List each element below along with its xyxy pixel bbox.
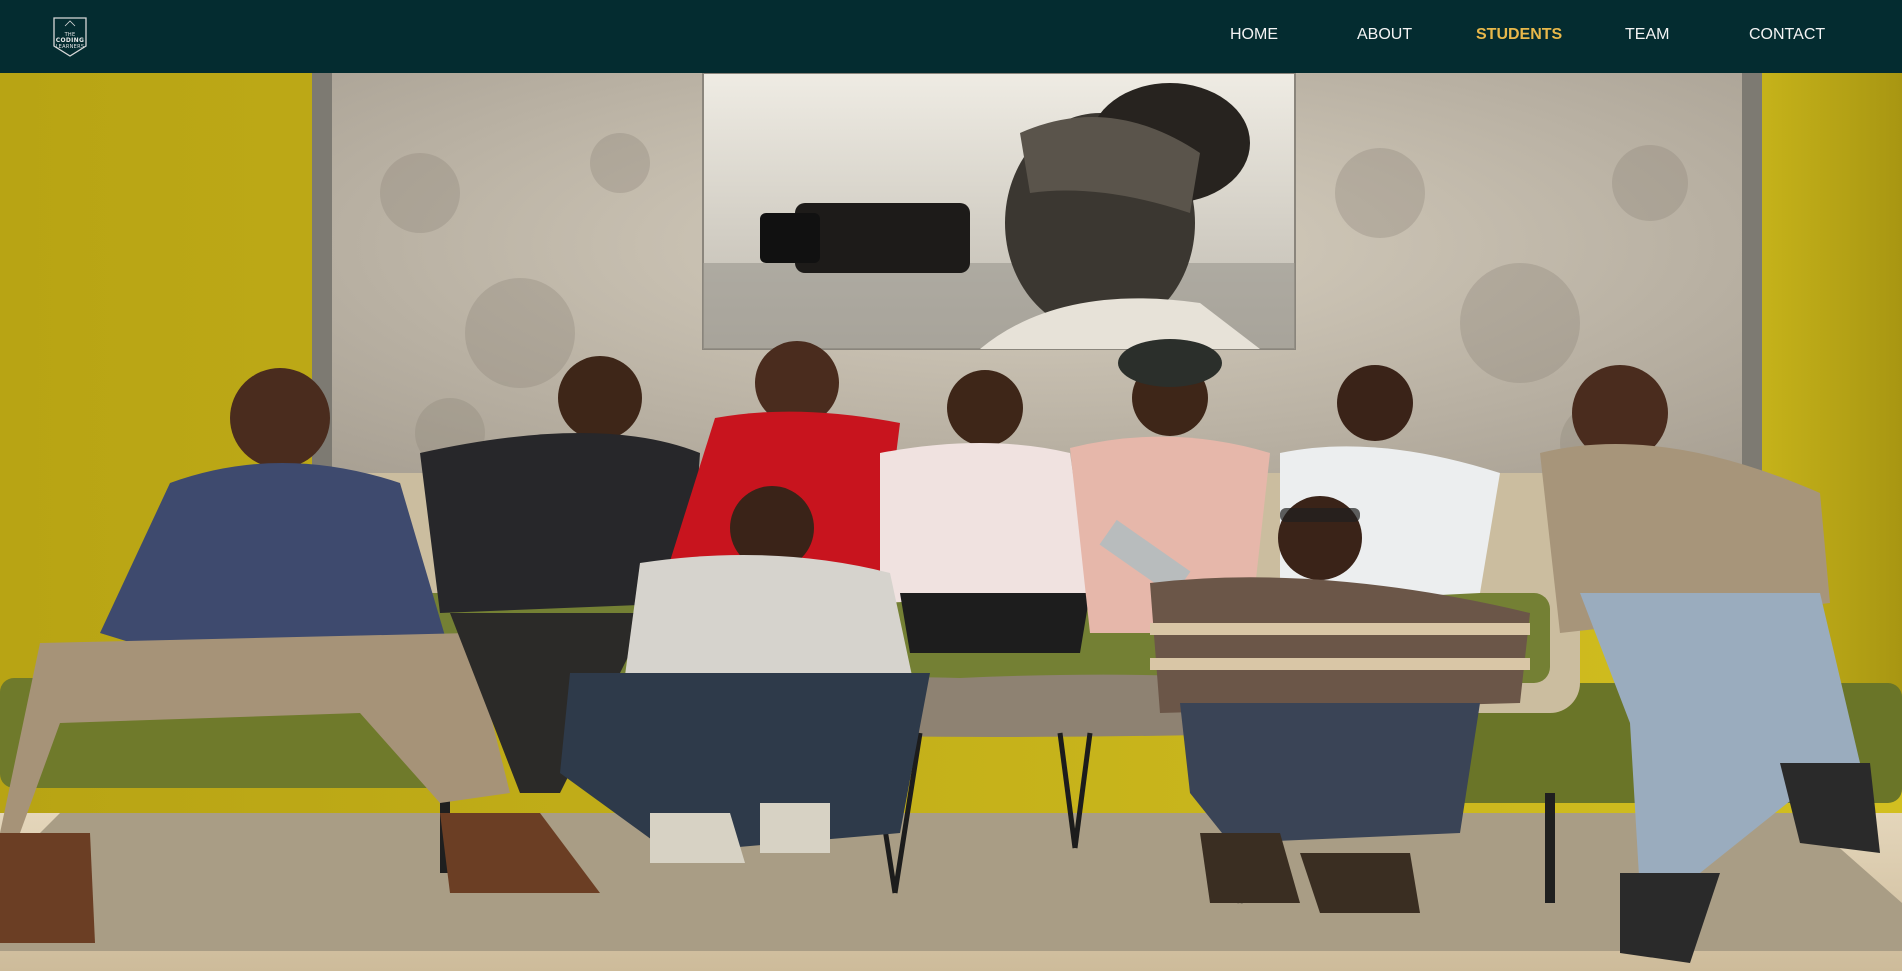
logo-line3: LEARNERS xyxy=(55,44,85,50)
page: THE CODING LEARNERS HOME ABOUT STUDENTS … xyxy=(0,0,1902,971)
logo-text: THE CODING LEARNERS xyxy=(52,32,88,50)
nav-link-home[interactable]: HOME xyxy=(1230,26,1278,44)
nav-link-contact[interactable]: CONTACT xyxy=(1749,26,1825,44)
nav-link-students[interactable]: STUDENTS xyxy=(1476,26,1562,44)
nav-link-team[interactable]: TEAM xyxy=(1625,26,1669,44)
site-logo[interactable]: THE CODING LEARNERS xyxy=(52,16,88,58)
nav-link-about[interactable]: ABOUT xyxy=(1357,26,1412,44)
hero-photo xyxy=(0,73,1902,971)
navbar: THE CODING LEARNERS HOME ABOUT STUDENTS … xyxy=(0,0,1902,73)
hero-image xyxy=(0,73,1902,971)
